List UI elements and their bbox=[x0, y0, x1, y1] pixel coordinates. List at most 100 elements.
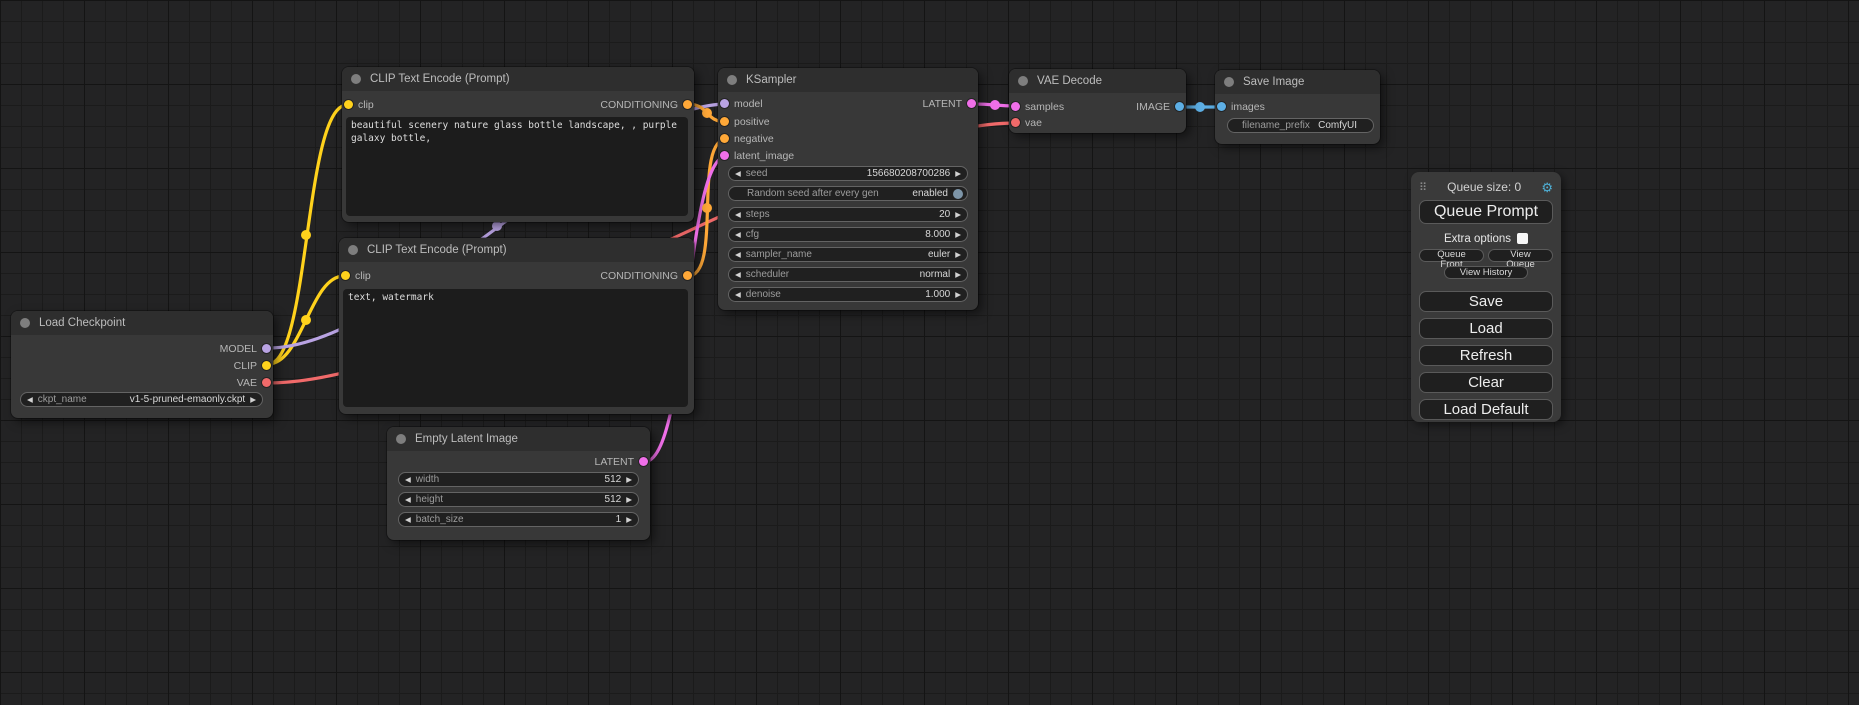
node-titlebar[interactable]: CLIP Text Encode (Prompt) bbox=[342, 67, 694, 91]
clear-button[interactable]: Clear bbox=[1419, 372, 1553, 393]
denoise-widget[interactable]: ◀ denoise 1.000 ▶ bbox=[728, 287, 968, 302]
toggle-dot-icon[interactable] bbox=[953, 189, 963, 199]
clip-port-dot[interactable] bbox=[262, 361, 271, 370]
decrement-arrow-icon[interactable]: ◀ bbox=[735, 251, 741, 259]
latent-port-dot[interactable] bbox=[967, 99, 976, 108]
sampler-name-widget[interactable]: ◀ sampler_name euler ▶ bbox=[728, 247, 968, 262]
node-title: CLIP Text Encode (Prompt) bbox=[370, 73, 510, 85]
output-conditioning: CONDITIONING bbox=[600, 98, 692, 111]
collapse-dot-icon[interactable] bbox=[396, 434, 406, 444]
widget-label: height bbox=[416, 494, 443, 505]
queue-actions-row: Queue Front View Queue bbox=[1419, 249, 1553, 262]
batch-size-widget[interactable]: ◀ batch_size 1 ▶ bbox=[398, 512, 639, 527]
widget-label: scheduler bbox=[746, 269, 789, 280]
link-midpoint-dot bbox=[492, 221, 502, 231]
collapse-dot-icon[interactable] bbox=[1224, 77, 1234, 87]
ckpt-name-widget[interactable]: ◀ ckpt_name v1-5-pruned-emaonly.ckpt ▶ bbox=[20, 392, 263, 407]
queue-prompt-button[interactable]: Queue Prompt bbox=[1419, 200, 1553, 224]
queue-front-button[interactable]: Queue Front bbox=[1419, 249, 1484, 262]
increment-arrow-icon[interactable]: ▶ bbox=[955, 231, 961, 239]
extra-options-checkbox[interactable] bbox=[1517, 233, 1528, 244]
decrement-arrow-icon[interactable]: ◀ bbox=[735, 291, 741, 299]
link-midpoint-dot bbox=[990, 100, 1000, 110]
increment-arrow-icon[interactable]: ▶ bbox=[955, 251, 961, 259]
extra-options-row: Extra options bbox=[1419, 232, 1553, 245]
scheduler-widget[interactable]: ◀ scheduler normal ▶ bbox=[728, 267, 968, 282]
prompt-textarea[interactable]: beautiful scenery nature glass bottle la… bbox=[346, 117, 688, 216]
load-default-button[interactable]: Load Default bbox=[1419, 399, 1553, 420]
collapse-dot-icon[interactable] bbox=[20, 318, 30, 328]
decrement-arrow-icon[interactable]: ◀ bbox=[405, 516, 411, 524]
widget-value: 156680208700286 bbox=[867, 168, 950, 179]
decrement-arrow-icon[interactable]: ◀ bbox=[405, 476, 411, 484]
increment-arrow-icon[interactable]: ▶ bbox=[626, 496, 632, 504]
image-port-dot[interactable] bbox=[1217, 102, 1226, 111]
node-vae-decode[interactable]: VAE Decode samples vae IMAGE bbox=[1009, 69, 1186, 133]
increment-arrow-icon[interactable]: ▶ bbox=[955, 211, 961, 219]
link-midpoint-dot bbox=[702, 108, 712, 118]
node-clip-text-encode-negative[interactable]: CLIP Text Encode (Prompt) clip CONDITION… bbox=[339, 238, 694, 414]
conditioning-port-dot[interactable] bbox=[683, 100, 692, 109]
decrement-arrow-icon[interactable]: ◀ bbox=[735, 231, 741, 239]
output-latent: LATENT bbox=[595, 455, 648, 468]
increment-arrow-icon[interactable]: ▶ bbox=[626, 476, 632, 484]
steps-widget[interactable]: ◀ steps 20 ▶ bbox=[728, 207, 968, 222]
node-titlebar[interactable]: Empty Latent Image bbox=[387, 427, 650, 451]
random-seed-toggle-widget[interactable]: Random seed after every gen enabled bbox=[728, 186, 968, 201]
node-title: KSampler bbox=[746, 74, 797, 86]
load-button[interactable]: Load bbox=[1419, 318, 1553, 339]
save-button[interactable]: Save bbox=[1419, 291, 1553, 312]
increment-arrow-icon[interactable]: ▶ bbox=[626, 516, 632, 524]
cfg-widget[interactable]: ◀ cfg 8.000 ▶ bbox=[728, 227, 968, 242]
filename-prefix-widget[interactable]: filename_prefix ComfyUI bbox=[1227, 118, 1374, 133]
increment-arrow-icon[interactable]: ▶ bbox=[955, 271, 961, 279]
control-panel-header: ⠿ Queue size: 0 ⚙ bbox=[1419, 180, 1553, 194]
conditioning-port-dot[interactable] bbox=[720, 134, 729, 143]
node-titlebar[interactable]: CLIP Text Encode (Prompt) bbox=[339, 238, 694, 262]
node-ksampler[interactable]: KSampler model positive negative latent_… bbox=[718, 68, 978, 310]
model-port-dot[interactable] bbox=[720, 99, 729, 108]
vae-port-dot[interactable] bbox=[262, 378, 271, 387]
latent-port-dot[interactable] bbox=[639, 457, 648, 466]
node-save-image[interactable]: Save Image images filename_prefix ComfyU… bbox=[1215, 70, 1380, 144]
refresh-button[interactable]: Refresh bbox=[1419, 345, 1553, 366]
node-titlebar[interactable]: Save Image bbox=[1215, 70, 1380, 94]
decrement-arrow-icon[interactable]: ◀ bbox=[735, 170, 741, 178]
clip-port-dot[interactable] bbox=[341, 271, 350, 280]
collapse-dot-icon[interactable] bbox=[1018, 76, 1028, 86]
collapse-dot-icon[interactable] bbox=[727, 75, 737, 85]
conditioning-port-dot[interactable] bbox=[720, 117, 729, 126]
model-port-dot[interactable] bbox=[262, 344, 271, 353]
node-titlebar[interactable]: KSampler bbox=[718, 68, 978, 92]
decrement-arrow-icon[interactable]: ◀ bbox=[735, 211, 741, 219]
latent-port-dot[interactable] bbox=[720, 151, 729, 160]
vae-port-dot[interactable] bbox=[1011, 118, 1020, 127]
seed-widget[interactable]: ◀ seed 156680208700286 ▶ bbox=[728, 166, 968, 181]
node-titlebar[interactable]: Load Checkpoint bbox=[11, 311, 273, 335]
prompt-textarea[interactable]: text, watermark bbox=[343, 289, 688, 407]
node-load-checkpoint[interactable]: Load Checkpoint MODEL CLIP VAE ◀ ckpt_na… bbox=[11, 311, 273, 418]
view-queue-button[interactable]: View Queue bbox=[1488, 249, 1553, 262]
node-titlebar[interactable]: VAE Decode bbox=[1009, 69, 1186, 93]
latent-port-dot[interactable] bbox=[1011, 102, 1020, 111]
decrement-arrow-icon[interactable]: ◀ bbox=[27, 396, 33, 404]
clip-port-dot[interactable] bbox=[344, 100, 353, 109]
increment-arrow-icon[interactable]: ▶ bbox=[955, 170, 961, 178]
image-port-dot[interactable] bbox=[1175, 102, 1184, 111]
width-widget[interactable]: ◀ width 512 ▶ bbox=[398, 472, 639, 487]
node-title: VAE Decode bbox=[1037, 75, 1102, 87]
collapse-dot-icon[interactable] bbox=[351, 74, 361, 84]
port-label: clip bbox=[358, 99, 374, 111]
height-widget[interactable]: ◀ height 512 ▶ bbox=[398, 492, 639, 507]
conditioning-port-dot[interactable] bbox=[683, 271, 692, 280]
collapse-dot-icon[interactable] bbox=[348, 245, 358, 255]
settings-gear-icon[interactable]: ⚙ bbox=[1541, 181, 1553, 194]
decrement-arrow-icon[interactable]: ◀ bbox=[735, 271, 741, 279]
increment-arrow-icon[interactable]: ▶ bbox=[955, 291, 961, 299]
increment-arrow-icon[interactable]: ▶ bbox=[250, 396, 256, 404]
decrement-arrow-icon[interactable]: ◀ bbox=[405, 496, 411, 504]
drag-handle-icon[interactable]: ⠿ bbox=[1419, 181, 1427, 194]
node-clip-text-encode-positive[interactable]: CLIP Text Encode (Prompt) clip CONDITION… bbox=[342, 67, 694, 222]
node-empty-latent-image[interactable]: Empty Latent Image LATENT ◀ width 512 ▶ … bbox=[387, 427, 650, 540]
view-history-button[interactable]: View History bbox=[1444, 266, 1528, 279]
